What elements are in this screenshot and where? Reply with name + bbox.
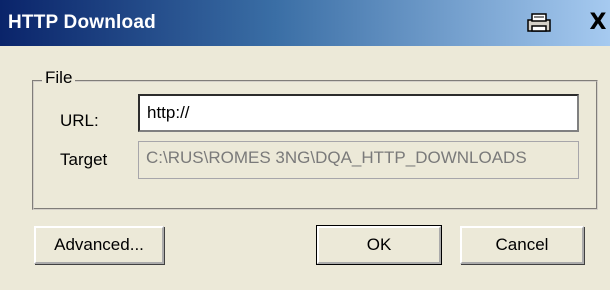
advanced-button[interactable]: Advanced... bbox=[34, 226, 164, 264]
close-icon: X bbox=[589, 10, 607, 35]
printer-button[interactable] bbox=[524, 11, 554, 35]
http-download-dialog: HTTP Download X File URL: Target C:\RUS\… bbox=[0, 0, 610, 290]
target-field: C:\RUS\ROMES 3NG\DQA_HTTP_DOWNLOADS bbox=[138, 141, 579, 179]
close-button[interactable]: X bbox=[586, 11, 610, 35]
printer-icon bbox=[527, 13, 551, 32]
cancel-button[interactable]: Cancel bbox=[460, 226, 584, 264]
file-group-label: File bbox=[42, 68, 76, 88]
window-title: HTTP Download bbox=[8, 12, 156, 33]
ok-button[interactable]: OK bbox=[316, 225, 442, 265]
target-label: Target bbox=[60, 150, 108, 169]
title-bar: HTTP Download X bbox=[0, 0, 610, 46]
url-label: URL: bbox=[60, 111, 99, 130]
url-input[interactable] bbox=[138, 94, 579, 132]
